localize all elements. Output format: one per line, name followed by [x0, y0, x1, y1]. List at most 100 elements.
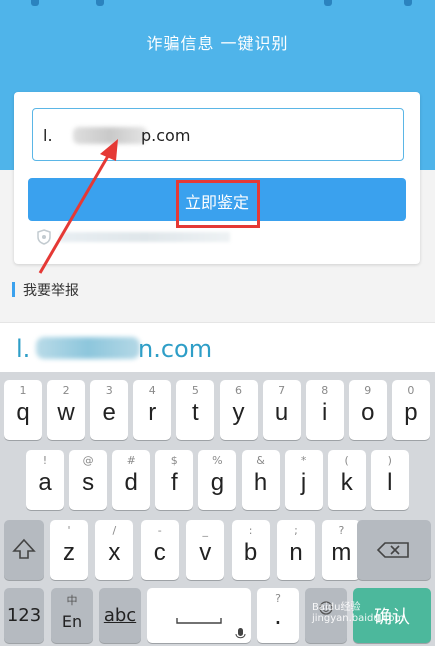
key-sub-label: $: [170, 454, 178, 467]
numbers-key[interactable]: 123: [4, 588, 44, 643]
language-key-bottom: En: [61, 612, 83, 631]
key-label: w: [57, 399, 75, 426]
key-label: n: [289, 539, 303, 566]
highlight-box: [176, 180, 260, 228]
report-label: 我要举报: [23, 283, 79, 299]
input-value-suffix: p.com: [141, 126, 191, 145]
key-sub-label: 4: [148, 384, 156, 397]
redacted-suggestion: [36, 337, 140, 359]
key-label: v: [199, 539, 212, 566]
period-key-label: .: [274, 601, 282, 630]
key-sub-label: @: [82, 454, 94, 467]
url-input[interactable]: l. p.com: [32, 108, 404, 161]
key-v[interactable]: _ v: [186, 520, 225, 580]
key-sub-label: 3: [105, 384, 113, 397]
key-r[interactable]: 4r: [133, 380, 172, 440]
abc-key-label: abc: [103, 605, 137, 626]
key-p[interactable]: 0p: [391, 380, 430, 440]
space-key[interactable]: [147, 588, 251, 643]
watermark: Baidu经验 jingyan.baidu.com: [312, 602, 405, 624]
shift-icon: [12, 538, 36, 559]
key-sub-label: /: [112, 524, 117, 537]
key-c[interactable]: -c: [140, 520, 179, 580]
key-i[interactable]: 8i: [305, 380, 344, 440]
key-b[interactable]: :b: [231, 520, 270, 580]
key-label: z: [63, 539, 75, 566]
key-label: r: [148, 399, 157, 426]
key-label: c: [153, 539, 166, 566]
key-label: i: [322, 399, 328, 426]
key-l[interactable]: ) l: [370, 450, 409, 510]
key-j[interactable]: * j: [284, 450, 323, 510]
delete-key[interactable]: [357, 520, 431, 580]
key-w[interactable]: 2w: [47, 380, 86, 440]
key-label: o: [361, 399, 375, 426]
key-d[interactable]: # d: [112, 450, 151, 510]
abc-key[interactable]: abc: [99, 588, 141, 643]
key-y[interactable]: 6y: [219, 380, 258, 440]
suggestion-bar[interactable]: l. n.com: [0, 322, 435, 372]
key-label: e: [102, 399, 116, 426]
key-m[interactable]: ? m: [322, 520, 361, 580]
key-s[interactable]: @ s: [69, 450, 108, 510]
key-sub-label: 9: [364, 384, 372, 397]
status-bar: [0, 0, 435, 10]
key-label: j: [300, 469, 307, 496]
key-label: u: [274, 399, 289, 426]
key-sub-label: &: [256, 454, 265, 467]
key-sub-label: ?: [338, 524, 345, 537]
period-key[interactable]: ?.: [257, 588, 299, 643]
numbers-key-label: 123: [6, 605, 42, 626]
shield-icon: [37, 229, 51, 245]
key-a[interactable]: ! a: [26, 450, 64, 510]
key-sub-label: %: [212, 454, 223, 467]
key-label: k: [340, 469, 353, 496]
suggestion-prefix: l.: [16, 335, 31, 363]
key-u[interactable]: 7u: [262, 380, 301, 440]
page-title: 诈骗信息 一键识别: [146, 34, 289, 53]
key-k[interactable]: (k: [327, 450, 366, 510]
key-o[interactable]: 9o: [348, 380, 387, 440]
key-sub-label: ;: [294, 524, 298, 537]
suggestion-suffix: n.com: [138, 335, 213, 363]
key-sub-label: (: [344, 454, 349, 467]
key-label: g: [210, 469, 225, 496]
redacted-text: [73, 127, 147, 144]
key-label: d: [124, 469, 138, 496]
key-sub-label: -: [157, 524, 162, 537]
key-f[interactable]: $ f: [155, 450, 194, 510]
key-z[interactable]: ' z: [50, 520, 88, 580]
key-n[interactable]: ; n: [277, 520, 315, 580]
space-icon: [176, 618, 246, 639]
key-t[interactable]: 5t: [176, 380, 215, 440]
key-label: h: [253, 469, 268, 496]
key-label: b: [243, 539, 258, 566]
shift-key[interactable]: [4, 520, 44, 580]
key-sub-label: 5: [191, 384, 199, 397]
language-key-top: 中: [66, 594, 78, 607]
key-sub-label: !: [42, 454, 48, 467]
key-sub-label: 1: [19, 384, 27, 397]
key-g[interactable]: % g: [198, 450, 237, 510]
key-x[interactable]: / x: [95, 520, 134, 580]
key-label: t: [192, 399, 199, 426]
key-label: y: [232, 399, 245, 426]
key-sub-label: ): [387, 454, 392, 467]
key-e[interactable]: 3e: [90, 380, 129, 440]
key-label: p: [404, 399, 418, 426]
key-sub-label: 0: [407, 384, 415, 397]
key-sub-label: 2: [62, 384, 70, 397]
key-sub-label: ': [67, 524, 71, 537]
key-label: f: [170, 469, 178, 496]
input-value-prefix: l.: [43, 126, 53, 145]
key-label: l: [387, 469, 393, 496]
key-sub-label: :: [248, 524, 253, 537]
key-sub-label: 8: [321, 384, 329, 397]
key-sub-label: 7: [278, 384, 286, 397]
backspace-icon: [376, 542, 409, 558]
key-q[interactable]: 1q: [4, 380, 42, 440]
key-sub-label: *: [300, 454, 307, 467]
language-key[interactable]: 中 En: [51, 588, 93, 643]
key-label: x: [108, 539, 121, 566]
key-h[interactable]: & h: [241, 450, 280, 510]
